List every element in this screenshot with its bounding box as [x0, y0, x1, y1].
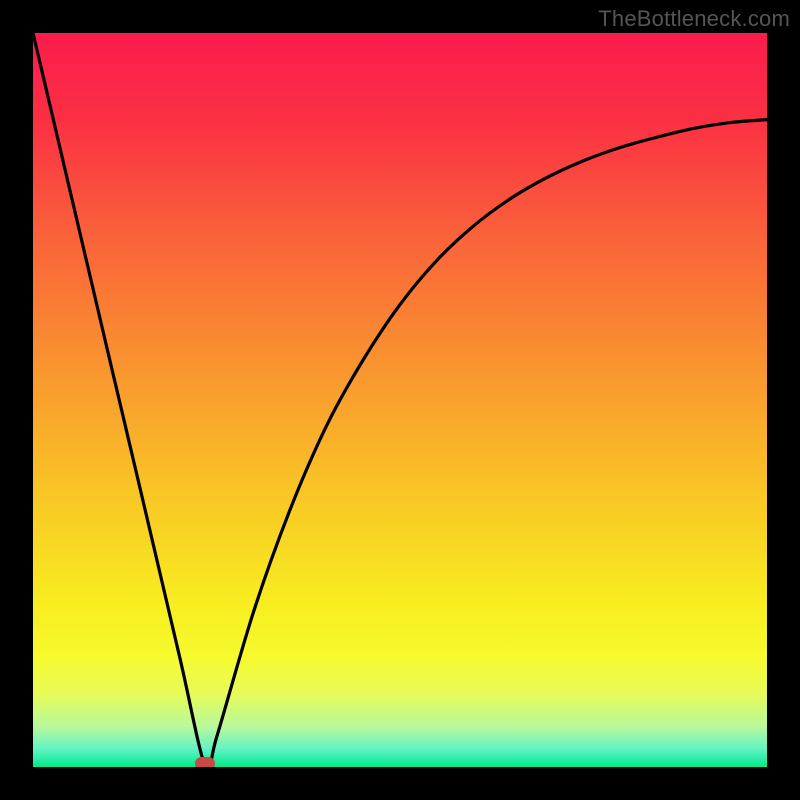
plot-area: [33, 33, 767, 767]
chart-frame: TheBottleneck.com: [0, 0, 800, 800]
watermark-text: TheBottleneck.com: [598, 6, 790, 32]
bottleneck-curve: [33, 33, 767, 767]
optimal-marker: [195, 757, 215, 767]
